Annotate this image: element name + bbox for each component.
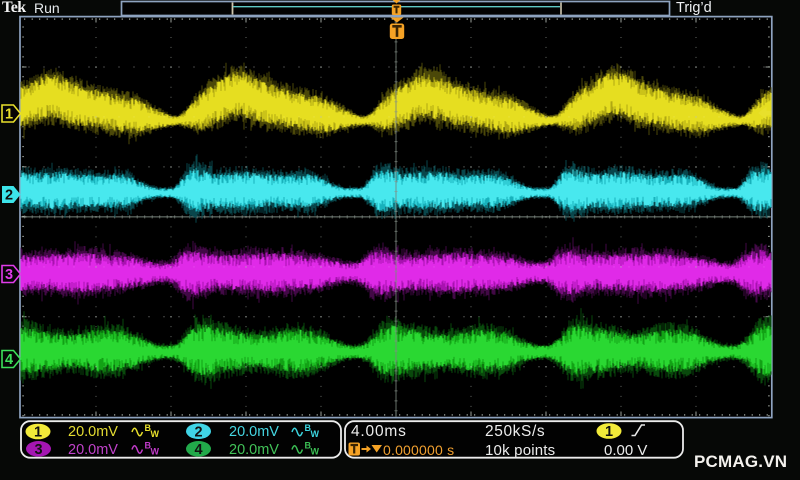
svg-text:4: 4 bbox=[194, 442, 202, 458]
svg-text:1: 1 bbox=[34, 425, 42, 441]
svg-text:1: 1 bbox=[605, 424, 613, 440]
svg-text:2: 2 bbox=[194, 424, 202, 440]
svg-text:3: 3 bbox=[5, 267, 13, 283]
svg-text:W: W bbox=[151, 447, 160, 457]
svg-text:3: 3 bbox=[34, 442, 42, 458]
svg-text:W: W bbox=[311, 447, 320, 457]
svg-text:W: W bbox=[151, 429, 160, 439]
svg-text:1: 1 bbox=[5, 107, 13, 123]
svg-text:W: W bbox=[311, 429, 320, 439]
svg-text:4: 4 bbox=[5, 352, 13, 368]
svg-text:2: 2 bbox=[5, 188, 13, 204]
